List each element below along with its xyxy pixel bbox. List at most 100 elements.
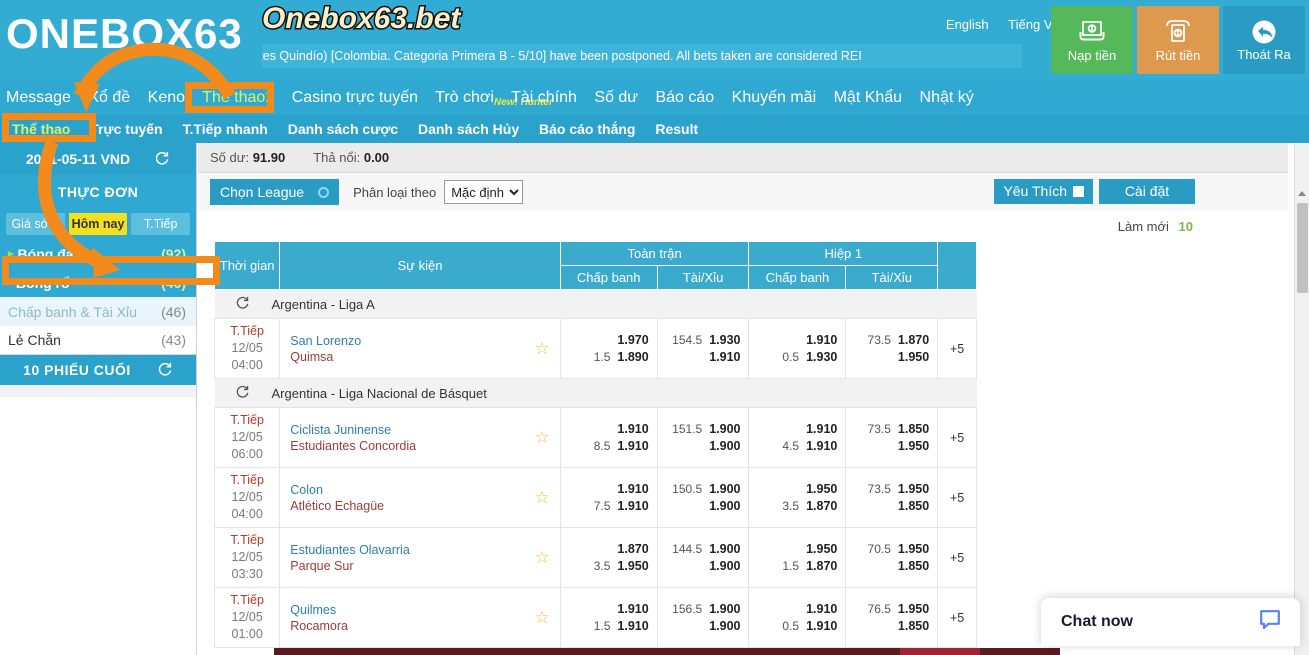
half1-over-under-cell[interactable]: 73.5 1.870 1.950 (845, 318, 939, 379)
odds-line[interactable]: 1.910 (565, 481, 648, 498)
nav-the-thao-2[interactable]: Thể thao2 (202, 89, 274, 106)
sidebar-item-chap-banh-tai-xiu[interactable]: Chấp banh & Tài Xỉu (46) (0, 297, 196, 326)
half1-handicap-cell[interactable]: 1.950 1.5 1.870 (748, 527, 847, 588)
more-markets-cell[interactable]: +5 (937, 467, 977, 528)
sidebar-item-le-chan[interactable]: Lẻ Chẵn (43) (0, 326, 196, 355)
odds-line[interactable]: 76.5 1.950 (850, 601, 930, 618)
match-event-cell[interactable]: San Lorenzo Quimsa ☆ (279, 318, 561, 379)
full-match-over-under-cell[interactable]: 156.5 1.900 1.900 (656, 587, 750, 648)
more-markets-cell[interactable]: +5 (937, 527, 977, 588)
away-team-name[interactable]: Atlético Echagüe (290, 498, 554, 514)
settings-button[interactable]: Cài đặt (1099, 179, 1195, 204)
nav-nhat-ky[interactable]: Nhật ký (920, 89, 974, 106)
more-markets-cell[interactable]: +5 (937, 407, 977, 468)
league-refresh-icon[interactable] (235, 295, 250, 313)
odds-line[interactable]: 1.5 1.870 (753, 558, 837, 575)
odds-line[interactable]: 150.5 1.900 (662, 481, 740, 498)
match-event-cell[interactable]: Estudiantes Olavarria Parque Sur ☆ (279, 527, 561, 588)
scrollbar-thumb[interactable] (1297, 203, 1308, 293)
scroll-up-arrow-icon[interactable] (1298, 191, 1306, 196)
odds-line[interactable]: 0.5 1.930 (753, 349, 837, 366)
deposit-button[interactable]: Nạp tiền (1051, 6, 1133, 74)
odds-line[interactable]: 1.870 (565, 541, 648, 558)
odds-line[interactable]: 154.5 1.930 (662, 332, 740, 349)
sidebar-item-bong-ro[interactable]: ▪ Bóng rổ (46) (0, 268, 196, 297)
odds-line[interactable]: 73.5 1.950 (850, 481, 930, 498)
league-refresh-icon[interactable] (235, 384, 250, 402)
full-match-over-under-cell[interactable]: 154.5 1.930 1.910 (656, 318, 750, 379)
subnav-truc-tuyen[interactable]: Trực tuyến (90, 121, 162, 137)
odds-line[interactable]: 1.900 (662, 438, 740, 455)
odds-line[interactable]: 1.900 (662, 558, 740, 575)
lang-english[interactable]: English (946, 17, 989, 32)
subnav-danh-sach-cuoc[interactable]: Danh sách cược (288, 121, 398, 137)
full-match-handicap-cell[interactable]: 1.910 1.5 1.910 (559, 587, 658, 648)
vertical-scrollbar[interactable] (1294, 143, 1309, 655)
odds-line[interactable]: 1.910 (753, 332, 837, 349)
odds-line[interactable]: 1.950 (850, 349, 929, 366)
nav-tai-chinh[interactable]: Tài chính (511, 89, 577, 106)
odds-line[interactable]: 1.950 (753, 481, 837, 498)
away-team-name[interactable]: Estudiantes Concordia (290, 438, 554, 454)
home-team-name[interactable]: Estudiantes Olavarria (290, 542, 554, 558)
sidebar-item-bong-da[interactable]: ▸ Bóng đá (92) (0, 239, 196, 268)
odds-line[interactable]: 1.5 1.890 (565, 349, 649, 366)
odds-line[interactable]: 1.950 (753, 541, 837, 558)
away-team-name[interactable]: Parque Sur (290, 558, 554, 574)
half1-over-under-cell[interactable]: 73.5 1.850 1.950 (845, 407, 939, 468)
odds-line[interactable]: 70.5 1.950 (850, 541, 930, 558)
refresh-icon[interactable] (157, 361, 173, 380)
odds-line[interactable]: 1.950 (850, 438, 929, 455)
half1-handicap-cell[interactable]: 1.910 4.5 1.910 (748, 407, 847, 468)
match-event-cell[interactable]: Colon Atlético Echagüe ☆ (279, 467, 561, 528)
nav-message[interactable]: Message (6, 89, 71, 106)
half1-handicap-cell[interactable]: 1.910 0.5 1.910 (748, 587, 847, 648)
subnav-result[interactable]: Result (655, 121, 698, 137)
sidebar-tab-ttiep[interactable]: T.Tiếp (131, 213, 191, 235)
subnav-bao-cao-thang[interactable]: Báo cáo thắng (539, 121, 635, 137)
home-team-name[interactable]: San Lorenzo (290, 333, 554, 349)
withdraw-button[interactable]: Rút tiền (1137, 6, 1219, 74)
odds-line[interactable]: 73.5 1.870 (850, 332, 930, 349)
chat-bubble-icon[interactable] (1258, 608, 1282, 637)
sidebar-tab-gia-som[interactable]: Giá sớm (6, 213, 65, 235)
odds-line[interactable]: 1.850 (850, 618, 929, 635)
odds-line[interactable]: 1.5 1.910 (565, 618, 649, 635)
odds-line[interactable]: 4.5 1.910 (753, 438, 837, 455)
odds-line[interactable]: 1.910 (753, 421, 837, 438)
odds-line[interactable]: 156.5 1.900 (662, 601, 740, 618)
nav-bao-cao[interactable]: Báo cáo (655, 89, 714, 106)
favorite-star-icon[interactable]: ☆ (535, 608, 550, 628)
sidebar-last-slips-bar[interactable]: 10 PHIẾU CUỐI (0, 355, 196, 385)
odds-line[interactable]: 1.910 (662, 349, 740, 366)
odds-line[interactable]: 1.850 (850, 558, 929, 575)
full-match-over-under-cell[interactable]: 144.5 1.900 1.900 (656, 527, 750, 588)
odds-line[interactable]: 1.850 (850, 498, 929, 515)
chat-widget[interactable]: Chat now (1041, 598, 1300, 646)
full-match-over-under-cell[interactable]: 151.5 1.900 1.900 (656, 407, 750, 468)
odds-line[interactable]: 151.5 1.900 (662, 421, 740, 438)
home-team-name[interactable]: Colon (290, 482, 554, 498)
half1-handicap-cell[interactable]: 1.910 0.5 1.930 (748, 318, 847, 379)
odds-line[interactable]: 1.910 (565, 421, 648, 438)
favorite-star-icon[interactable]: ☆ (535, 428, 550, 448)
subnav-ttiep-nhanh[interactable]: T.Tiếp nhanh (183, 121, 268, 137)
away-team-name[interactable]: Rocamora (290, 618, 554, 634)
nav-khuyen-mai[interactable]: Khuyến mãi (732, 89, 817, 106)
full-match-handicap-cell[interactable]: 1.910 7.5 1.910 (559, 467, 658, 528)
more-markets-cell[interactable]: +5 (937, 318, 977, 379)
full-match-over-under-cell[interactable]: 150.5 1.900 1.900 (656, 467, 750, 528)
favorite-star-icon[interactable]: ☆ (535, 339, 550, 359)
refresh-icon[interactable] (154, 150, 170, 169)
full-match-handicap-cell[interactable]: 1.970 1.5 1.890 (559, 318, 658, 379)
half1-handicap-cell[interactable]: 1.950 3.5 1.870 (748, 467, 847, 528)
away-team-name[interactable]: Quimsa (290, 349, 554, 365)
nav-casino-truc-tuyen[interactable]: Casino trực tuyến (292, 89, 418, 106)
full-match-handicap-cell[interactable]: 1.910 8.5 1.910 (559, 407, 658, 468)
odds-line[interactable]: 1.910 (565, 601, 648, 618)
home-team-name[interactable]: Quilmes (290, 602, 554, 618)
subnav-danh-sach-huy[interactable]: Danh sách Hủy (418, 121, 519, 137)
nav-so-du[interactable]: Số dư (594, 89, 638, 106)
sort-select[interactable]: Mặc định (444, 180, 524, 204)
match-event-cell[interactable]: Quilmes Rocamora ☆ (279, 587, 561, 648)
